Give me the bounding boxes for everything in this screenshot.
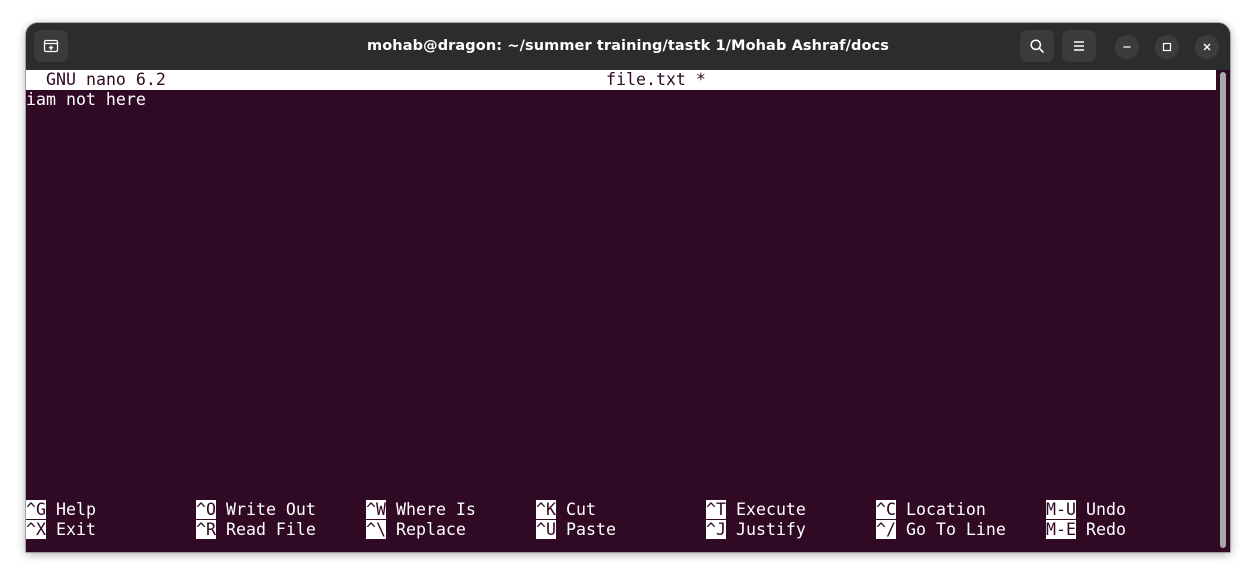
shortcut-help: ^G Help xyxy=(26,500,96,520)
shortcut-key: ^J xyxy=(706,520,726,539)
shortcut-key: ^T xyxy=(706,500,726,519)
shortcut-spacer xyxy=(1076,520,1086,539)
shortcut-key: M-E xyxy=(1046,520,1076,539)
search-icon xyxy=(1030,39,1044,53)
shortcut-where-is: ^W Where Is xyxy=(366,500,476,520)
shortcut-label: Exit xyxy=(55,520,96,539)
shortcut-key: ^\ xyxy=(366,520,386,539)
shortcut-label: Location xyxy=(905,500,986,519)
shortcut-key: ^U xyxy=(536,520,556,539)
shortcut-spacer xyxy=(556,520,566,539)
shortcut-read-file: ^R Read File xyxy=(196,520,316,540)
shortcut-label: Go To Line xyxy=(905,520,1006,539)
shortcut-label: Redo xyxy=(1085,520,1126,539)
scrollbar[interactable] xyxy=(1216,70,1230,552)
minimize-icon xyxy=(1123,46,1131,48)
nano-header-bar: GNU nano 6.2 file.txt * xyxy=(26,70,1216,90)
terminal-area[interactable]: GNU nano 6.2 file.txt * iam not here ^G … xyxy=(26,70,1216,552)
search-button[interactable] xyxy=(1020,30,1054,62)
editor-line[interactable]: iam not here xyxy=(26,90,146,110)
shortcut-spacer xyxy=(556,500,566,519)
shortcut-key: ^C xyxy=(876,500,896,519)
shortcut-spacer xyxy=(726,500,736,519)
shortcut-spacer xyxy=(386,500,396,519)
shortcut-spacer xyxy=(216,520,226,539)
scrollbar-thumb[interactable] xyxy=(1220,72,1226,548)
hamburger-menu-icon xyxy=(1074,41,1084,51)
menu-button[interactable] xyxy=(1062,30,1096,62)
shortcut-justify: ^J Justify xyxy=(706,520,806,540)
shortcut-label: Justify xyxy=(735,520,806,539)
shortcut-undo: M-U Undo xyxy=(1046,500,1126,520)
nano-version: GNU nano 6.2 xyxy=(46,70,166,89)
shortcut-key: ^O xyxy=(196,500,216,519)
minimize-button[interactable] xyxy=(1115,35,1139,59)
shortcut-cut: ^K Cut xyxy=(536,500,596,520)
shortcut-go-to-line: ^/ Go To Line xyxy=(876,520,1006,540)
shortcut-label: Cut xyxy=(565,500,596,519)
shortcut-redo: M-E Redo xyxy=(1046,520,1126,540)
nano-filename: file.txt * xyxy=(606,70,706,89)
terminal-window: mohab@dragon: ~/summer training/tastk 1/… xyxy=(26,23,1230,552)
shortcut-label: Execute xyxy=(735,500,806,519)
shortcut-exit: ^X Exit xyxy=(26,520,96,540)
shortcut-spacer xyxy=(896,520,906,539)
shortcut-label: Help xyxy=(55,500,96,519)
maximize-icon xyxy=(1162,42,1172,52)
shortcut-replace: ^\ Replace xyxy=(366,520,466,540)
shortcut-key: ^R xyxy=(196,520,216,539)
shortcut-label: Undo xyxy=(1085,500,1126,519)
shortcut-spacer xyxy=(386,520,396,539)
shortcut-key: M-U xyxy=(1046,500,1076,519)
shortcut-label: Where Is xyxy=(395,500,476,519)
shortcut-spacer xyxy=(1076,500,1086,519)
shortcut-write-out: ^O Write Out xyxy=(196,500,316,520)
shortcut-label: Write Out xyxy=(225,500,316,519)
shortcut-key: ^G xyxy=(26,500,46,519)
shortcut-label: Paste xyxy=(565,520,616,539)
shortcut-key: ^X xyxy=(26,520,46,539)
title-bar[interactable]: mohab@dragon: ~/summer training/tastk 1/… xyxy=(26,23,1230,71)
shortcut-execute: ^T Execute xyxy=(706,500,806,520)
close-icon xyxy=(1203,43,1211,51)
shortcut-location: ^C Location xyxy=(876,500,986,520)
shortcut-label: Read File xyxy=(225,520,316,539)
shortcut-spacer xyxy=(726,520,736,539)
shortcut-key: ^K xyxy=(536,500,556,519)
shortcut-key: ^/ xyxy=(876,520,896,539)
close-button[interactable] xyxy=(1195,35,1219,59)
shortcut-spacer xyxy=(46,500,56,519)
shortcut-spacer xyxy=(216,500,226,519)
maximize-button[interactable] xyxy=(1155,35,1179,59)
shortcut-spacer xyxy=(896,500,906,519)
shortcut-key: ^W xyxy=(366,500,386,519)
shortcut-paste: ^U Paste xyxy=(536,520,616,540)
shortcut-spacer xyxy=(46,520,56,539)
shortcut-label: Replace xyxy=(395,520,466,539)
